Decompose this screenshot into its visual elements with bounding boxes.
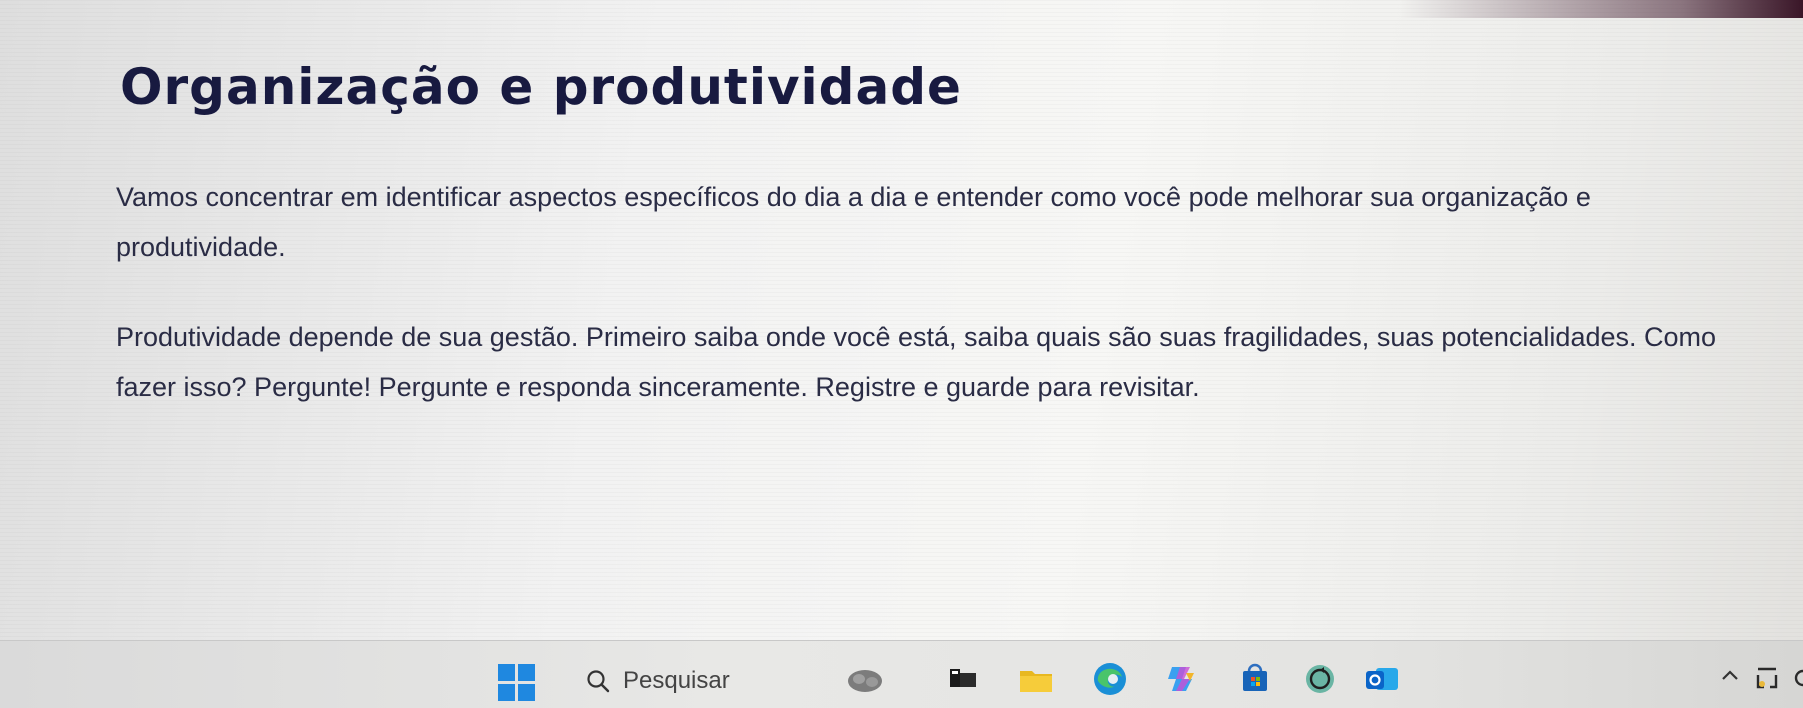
taskbar-search[interactable]: Pesquisar <box>585 661 825 701</box>
tray-partial-icon[interactable] <box>1791 661 1803 695</box>
chevron-up-icon[interactable] <box>1718 665 1742 685</box>
copilot-icon[interactable] <box>1162 659 1202 699</box>
sync-app-icon[interactable] <box>1300 659 1340 699</box>
app-tray-icon[interactable] <box>1750 661 1784 695</box>
widget-icon[interactable] <box>845 659 885 699</box>
intro-paragraph: Vamos concentrar em identificar aspectos… <box>116 182 1591 262</box>
taskbar: Pesquisar <box>0 640 1803 708</box>
edge-icon[interactable] <box>1090 659 1130 699</box>
start-button[interactable] <box>494 660 538 704</box>
task-view-icon[interactable] <box>943 659 983 699</box>
windows-logo-icon <box>497 663 535 701</box>
productivity-paragraph: Produtividade depende de sua gestão. Pri… <box>116 322 1717 402</box>
search-icon <box>587 670 610 693</box>
file-explorer-icon[interactable] <box>1016 659 1056 699</box>
search-placeholder: Pesquisar <box>623 667 730 694</box>
microsoft-store-icon[interactable] <box>1235 659 1275 699</box>
page-title: Organização e produtividade <box>120 58 962 116</box>
document-page: Organização e produtividade Vamos concen… <box>0 0 1803 640</box>
outlook-icon[interactable] <box>1362 659 1402 699</box>
